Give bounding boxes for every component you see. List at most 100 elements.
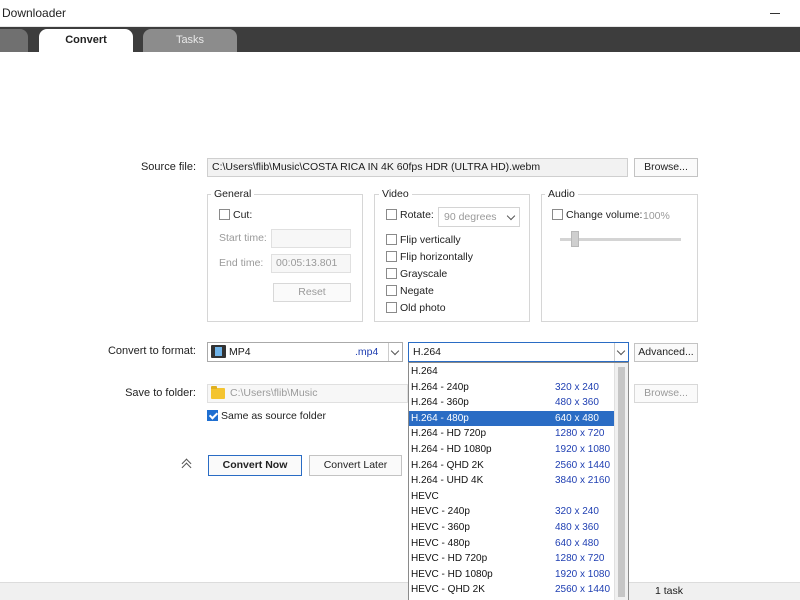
volume-slider-thumb[interactable] [571,231,580,247]
codec-option-resolution: 1280 x 720 [555,428,605,440]
codec-option-resolution: 1920 x 1080 [555,444,611,455]
mp4-file-icon [211,345,226,358]
reset-button[interactable]: Reset [273,283,351,302]
cut-checkbox[interactable] [219,209,230,220]
codec-option[interactable]: HEVC - 360p 480 x 360 [409,520,614,536]
codec-option-resolution: 640 x 480 [555,537,599,549]
codec-option-name: HEVC - HD 1080p [411,568,493,580]
save-browse-button[interactable]: Browse... [634,384,698,403]
codec-option-name: HEVC - 360p [411,522,470,533]
codec-option[interactable]: H.264 [409,364,614,380]
codec-option[interactable]: HEVC - QHD 2K 2560 x 1440 [409,582,614,598]
advanced-button[interactable]: Advanced... [634,343,698,362]
format-label: Convert to format: [107,345,196,357]
window-title: Downloader [2,6,67,20]
container-format-value: MP4 [229,346,251,358]
change-volume-checkbox[interactable] [552,209,563,220]
rotate-checkbox[interactable] [386,209,397,220]
codec-option-name: HEVC - HD 720p [411,553,488,565]
minimize-button[interactable] [770,13,780,14]
codec-option-resolution: 480 x 360 [555,522,599,533]
rotate-select[interactable]: 90 degrees [438,207,520,227]
same-as-source-label: Same as source folder [221,410,327,422]
codec-option[interactable]: H.264 - HD 720p 1280 x 720 [409,426,614,442]
audio-group-title: Audio [545,188,578,200]
chevron-down-icon [505,208,519,226]
start-time-label: Start time: [219,232,267,244]
old-photo-label: Old photo [400,302,446,314]
rotate-select-value: 90 degrees [444,211,497,223]
codec-option[interactable]: HEVC - HD 1080p 1920 x 1080 [409,567,614,583]
container-format-select[interactable]: MP4 .mp4 [207,342,403,362]
title-bar: Downloader [0,0,800,27]
codec-option[interactable]: H.264 - 480p 640 x 480 [409,410,614,427]
change-volume-label: Change volume: [566,209,643,221]
codec-option-name: H.264 - HD 720p [411,428,487,440]
codec-option-resolution: 640 x 480 [555,412,599,424]
video-group-title: Video [379,188,412,200]
codec-option[interactable]: H.264 - 360p 480 x 360 [409,395,614,411]
source-browse-button[interactable]: Browse... [634,158,698,177]
codec-option-name: H.264 - 240p [411,381,469,393]
codec-option[interactable]: HEVC - HD 720p 1280 x 720 [409,551,614,567]
save-folder-label: Save to folder: [125,387,196,399]
codec-option[interactable]: HEVC - 240p 320 x 240 [409,504,614,520]
codec-select-value: H.264 [413,346,442,358]
codec-option-resolution: 1920 x 1080 [555,568,611,580]
codec-option-name: H.264 [411,366,438,377]
grayscale-checkbox[interactable] [386,268,397,279]
convert-now-button[interactable]: Convert Now [208,455,302,476]
codec-option-resolution: 480 x 360 [555,397,599,409]
folder-icon [211,386,225,399]
end-time-label: End time: [219,257,264,269]
codec-option-name: HEVC [411,490,439,502]
dropdown-scrollbar-thumb[interactable] [618,367,625,597]
tab-download[interactable] [0,29,28,52]
convert-later-button[interactable]: Convert Later [309,455,402,476]
container-extension: .mp4 [355,346,379,358]
cut-label: Cut: [233,209,253,221]
start-time-field[interactable] [271,229,351,248]
negate-checkbox[interactable] [386,285,397,296]
end-time-field[interactable]: 00:05:13.801 [271,254,351,273]
source-file-label: Source file: [140,161,196,173]
flip-vertically-label: Flip vertically [400,234,461,246]
codec-option[interactable]: H.264 - UHD 4K 3840 x 2160 [409,473,614,489]
tab-tasks[interactable]: Tasks [143,29,237,52]
codec-option-name: H.264 - HD 1080p [411,444,492,455]
flip-vertically-checkbox[interactable] [386,234,397,245]
codec-option-resolution: 1280 x 720 [555,553,605,565]
tab-convert[interactable]: Convert [39,29,133,52]
codec-option[interactable]: HEVC - 480p 640 x 480 [409,536,614,552]
codec-option-name: H.264 - UHD 4K [411,475,484,487]
codec-option-resolution: 2560 x 1440 [555,459,611,471]
tab-bar: Convert Tasks [0,27,800,52]
codec-option-name: HEVC - QHD 2K [411,584,485,596]
source-file-field[interactable]: C:\Users\flib\Music\COSTA RICA IN 4K 60f… [207,158,628,177]
codec-option-name: HEVC - 240p [411,506,470,518]
flip-horizontally-checkbox[interactable] [386,251,397,262]
chevron-down-icon [388,343,402,361]
save-folder-value: C:\Users\flib\Music [230,387,318,399]
dropdown-scrollbar[interactable] [614,363,628,600]
collapse-up-icon[interactable] [180,458,194,472]
codec-option[interactable]: H.264 - QHD 2K 2560 x 1440 [409,458,614,474]
chevron-down-icon [614,343,628,361]
task-count: 1 task [655,585,684,597]
general-group-title: General [211,188,255,200]
old-photo-checkbox[interactable] [386,302,397,313]
volume-value: 100% [643,210,670,222]
codec-option-name: HEVC - 480p [411,537,470,549]
codec-option[interactable]: H.264 - 240p 320 x 240 [409,380,614,396]
codec-option[interactable]: H.264 - HD 1080p 1920 x 1080 [409,442,614,458]
grayscale-label: Grayscale [400,268,448,280]
codec-option-resolution: 320 x 240 [555,506,599,518]
status-bar: 1 task [0,582,800,600]
codec-dropdown-list: H.264 H.264 - 240p 320 x 240 H.264 - 360p 48… [408,362,629,600]
flip-horizontally-label: Flip horizontally [400,251,473,263]
same-as-source-checkbox[interactable] [207,410,218,421]
codec-option-resolution: 320 x 240 [555,381,599,393]
save-folder-field[interactable]: C:\Users\flib\Music [207,384,408,403]
codec-option[interactable]: HEVC [409,489,614,505]
codec-select[interactable]: H.264 [408,342,629,362]
